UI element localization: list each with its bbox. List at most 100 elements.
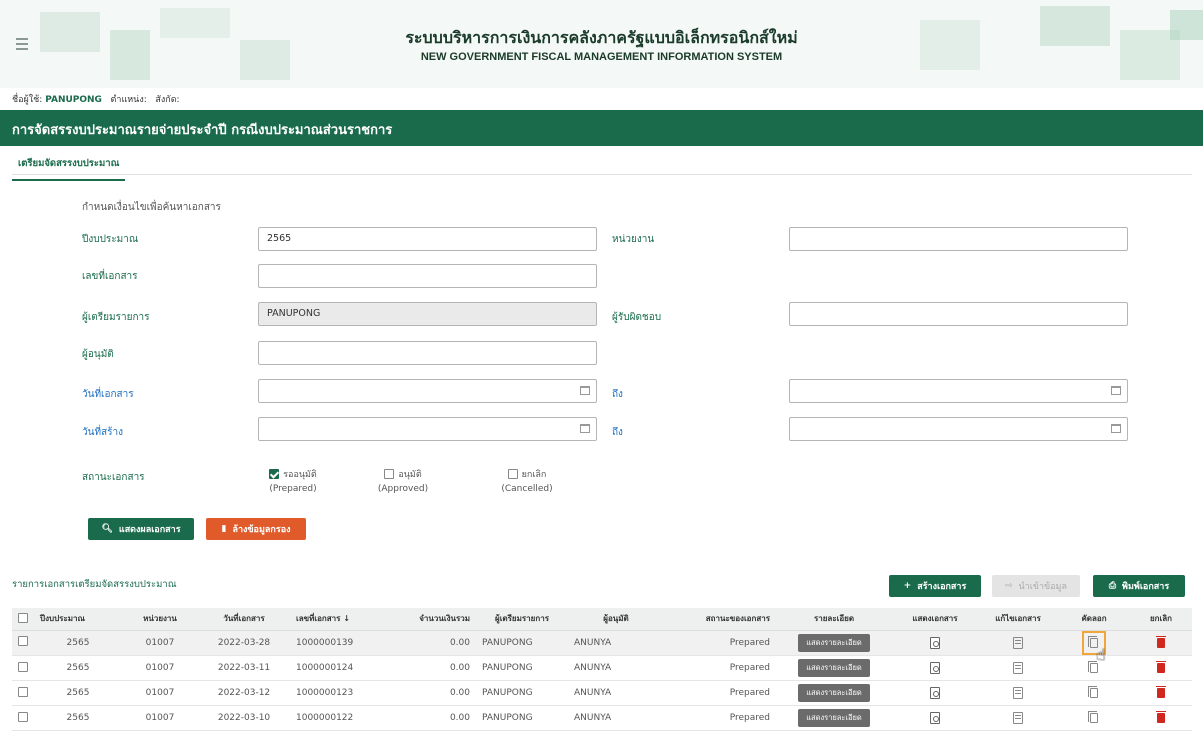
status-approved-th: อนุมัติ	[398, 470, 422, 480]
cell-agency: 01007	[122, 655, 198, 681]
checkbox-cancelled[interactable]	[507, 469, 518, 479]
cell-cancel	[1130, 680, 1192, 706]
cell-agency: 01007	[122, 630, 198, 656]
approver-input[interactable]	[258, 341, 597, 365]
affiliation-label: สังกัด:	[155, 95, 180, 105]
col-approver[interactable]: ผู้อนุมัติ	[568, 608, 664, 631]
status-prepared-en: (Prepared)	[269, 484, 317, 494]
import-data-label: นำเข้าข้อมูล	[1018, 582, 1068, 592]
table-row[interactable]: 2565 01007 2022-03-28 1000000139 0.00 PA…	[12, 630, 1192, 664]
copy-icon[interactable]	[1088, 660, 1098, 673]
import-icon: ⇨	[1004, 581, 1013, 591]
delete-icon[interactable]	[1156, 635, 1166, 648]
select-all-checkbox[interactable]	[18, 612, 28, 623]
table-row[interactable]: 2565 01007 2022-03-10 1000000122 0.00 PA…	[12, 705, 1192, 731]
row-select-cell[interactable]	[12, 630, 34, 656]
cell-date: 2022-03-10	[198, 705, 290, 731]
table-row[interactable]: 2565 01007 2022-03-11 1000000124 0.00 PA…	[12, 655, 1192, 681]
select-all-cell[interactable]	[12, 608, 34, 631]
tab-divider	[12, 174, 1192, 175]
agency-input[interactable]	[789, 227, 1128, 251]
cell-copy	[1058, 655, 1130, 681]
row-checkbox[interactable]	[18, 711, 28, 722]
fiscal-year-label: ปีงบประมาณ	[82, 234, 139, 245]
responsible-input[interactable]	[789, 302, 1128, 326]
copy-icon[interactable]	[1088, 710, 1098, 723]
cell-date: 2022-03-12	[198, 680, 290, 706]
edit-document-icon[interactable]	[1013, 712, 1023, 724]
calendar-icon[interactable]	[580, 424, 590, 433]
delete-icon[interactable]	[1156, 710, 1166, 723]
col-amount[interactable]: จำนวนเงินรวม	[390, 608, 476, 631]
status-cancelled[interactable]: ยกเลิก (Cancelled)	[492, 467, 562, 494]
row-checkbox[interactable]	[18, 636, 28, 647]
status-cancelled-en: (Cancelled)	[501, 484, 553, 494]
created-date-from-input[interactable]	[258, 417, 597, 441]
status-prepared[interactable]: รออนุมัติ (Prepared)	[258, 467, 328, 494]
calendar-icon[interactable]	[1111, 424, 1121, 433]
hand-cursor-icon: ☝	[1096, 644, 1106, 664]
cell-year: 2565	[34, 705, 122, 731]
doc-no-label: เลขที่เอกสาร	[82, 271, 138, 282]
col-agency[interactable]: หน่วยงาน	[122, 608, 198, 631]
row-select-cell[interactable]	[12, 680, 34, 706]
cell-amount: 0.00	[390, 655, 476, 681]
col-copy: คัดลอก	[1058, 608, 1130, 631]
user-info: ชื่อผู้ใช้: PANUPONG ตำแหน่ง: สังกัด:	[12, 92, 180, 106]
view-document-icon[interactable]	[930, 662, 940, 674]
cell-year: 2565	[34, 630, 122, 656]
copy-icon[interactable]	[1088, 685, 1098, 698]
show-documents-button[interactable]: 🔍︎ แสดงผลเอกสาร	[88, 518, 194, 540]
doc-date-from-input[interactable]	[258, 379, 597, 403]
col-fiscal-year[interactable]: ปีงบประมาณ	[34, 608, 122, 631]
checkbox-approved[interactable]	[384, 469, 395, 479]
show-documents-label: แสดงผลเอกสาร	[118, 525, 181, 535]
delete-icon[interactable]	[1156, 660, 1166, 673]
row-select-cell[interactable]	[12, 705, 34, 731]
col-doc-date[interactable]: วันที่เอกสาร	[198, 608, 290, 631]
calendar-icon[interactable]	[1111, 386, 1121, 395]
show-detail-button[interactable]: แสดงรายละเอียด	[798, 709, 870, 727]
view-document-icon[interactable]	[930, 687, 940, 699]
cell-detail: แสดงรายละเอียด	[776, 630, 892, 656]
edit-document-icon[interactable]	[1013, 636, 1023, 649]
doc-date-to-input[interactable]	[789, 379, 1128, 403]
create-document-button[interactable]: + สร้างเอกสาร	[889, 575, 981, 597]
created-date-to-input[interactable]	[789, 417, 1128, 441]
cell-approver: ANUNYA	[568, 655, 664, 681]
doc-no-input[interactable]	[258, 264, 597, 288]
fiscal-year-input[interactable]: 2565	[258, 227, 597, 251]
cell-preparer: PANUPONG	[476, 655, 568, 681]
view-document-icon[interactable]	[930, 636, 940, 649]
cell-view	[892, 630, 978, 656]
row-checkbox[interactable]	[18, 686, 28, 697]
cell-cancel	[1130, 705, 1192, 731]
col-preparer[interactable]: ผู้เตรียมรายการ	[476, 608, 568, 631]
row-select-cell[interactable]	[12, 655, 34, 681]
row-checkbox[interactable]	[18, 661, 28, 672]
cell-date: 2022-03-28	[198, 630, 290, 656]
checkbox-prepared[interactable]	[269, 469, 280, 479]
tab-prepare-allocation[interactable]: เตรียมจัดสรรงบประมาณ	[12, 156, 126, 181]
trash-icon: ▮	[221, 524, 227, 534]
clear-filter-button[interactable]: ▮ ล้างข้อมูลกรอง	[206, 518, 306, 540]
view-document-icon[interactable]	[930, 712, 940, 724]
print-document-button[interactable]: ⎙ พิมพ์เอกสาร	[1093, 575, 1185, 597]
col-status[interactable]: สถานะของเอกสาร	[664, 608, 776, 631]
delete-icon[interactable]	[1156, 685, 1166, 698]
table-row[interactable]: 2565 01007 2022-03-12 1000000123 0.00 PA…	[12, 680, 1192, 706]
col-edit: แก้ไขเอกสาร	[978, 608, 1058, 631]
status-approved[interactable]: อนุมัติ (Approved)	[368, 467, 438, 494]
cell-approver: ANUNYA	[568, 680, 664, 706]
show-detail-button[interactable]: แสดงรายละเอียด	[798, 659, 870, 677]
show-detail-button[interactable]: แสดงรายละเอียด	[798, 684, 870, 702]
cell-status: Prepared	[664, 630, 776, 656]
calendar-icon[interactable]	[580, 386, 590, 395]
cell-cancel	[1130, 630, 1192, 656]
col-doc-no[interactable]: เลขที่เอกสาร ↓	[290, 608, 390, 631]
show-detail-button[interactable]: แสดงรายละเอียด	[798, 633, 870, 652]
edit-document-icon[interactable]	[1013, 687, 1023, 699]
print-document-label: พิมพ์เอกสาร	[1122, 582, 1170, 592]
edit-document-icon[interactable]	[1013, 662, 1023, 674]
col-detail: รายละเอียด	[776, 608, 892, 631]
